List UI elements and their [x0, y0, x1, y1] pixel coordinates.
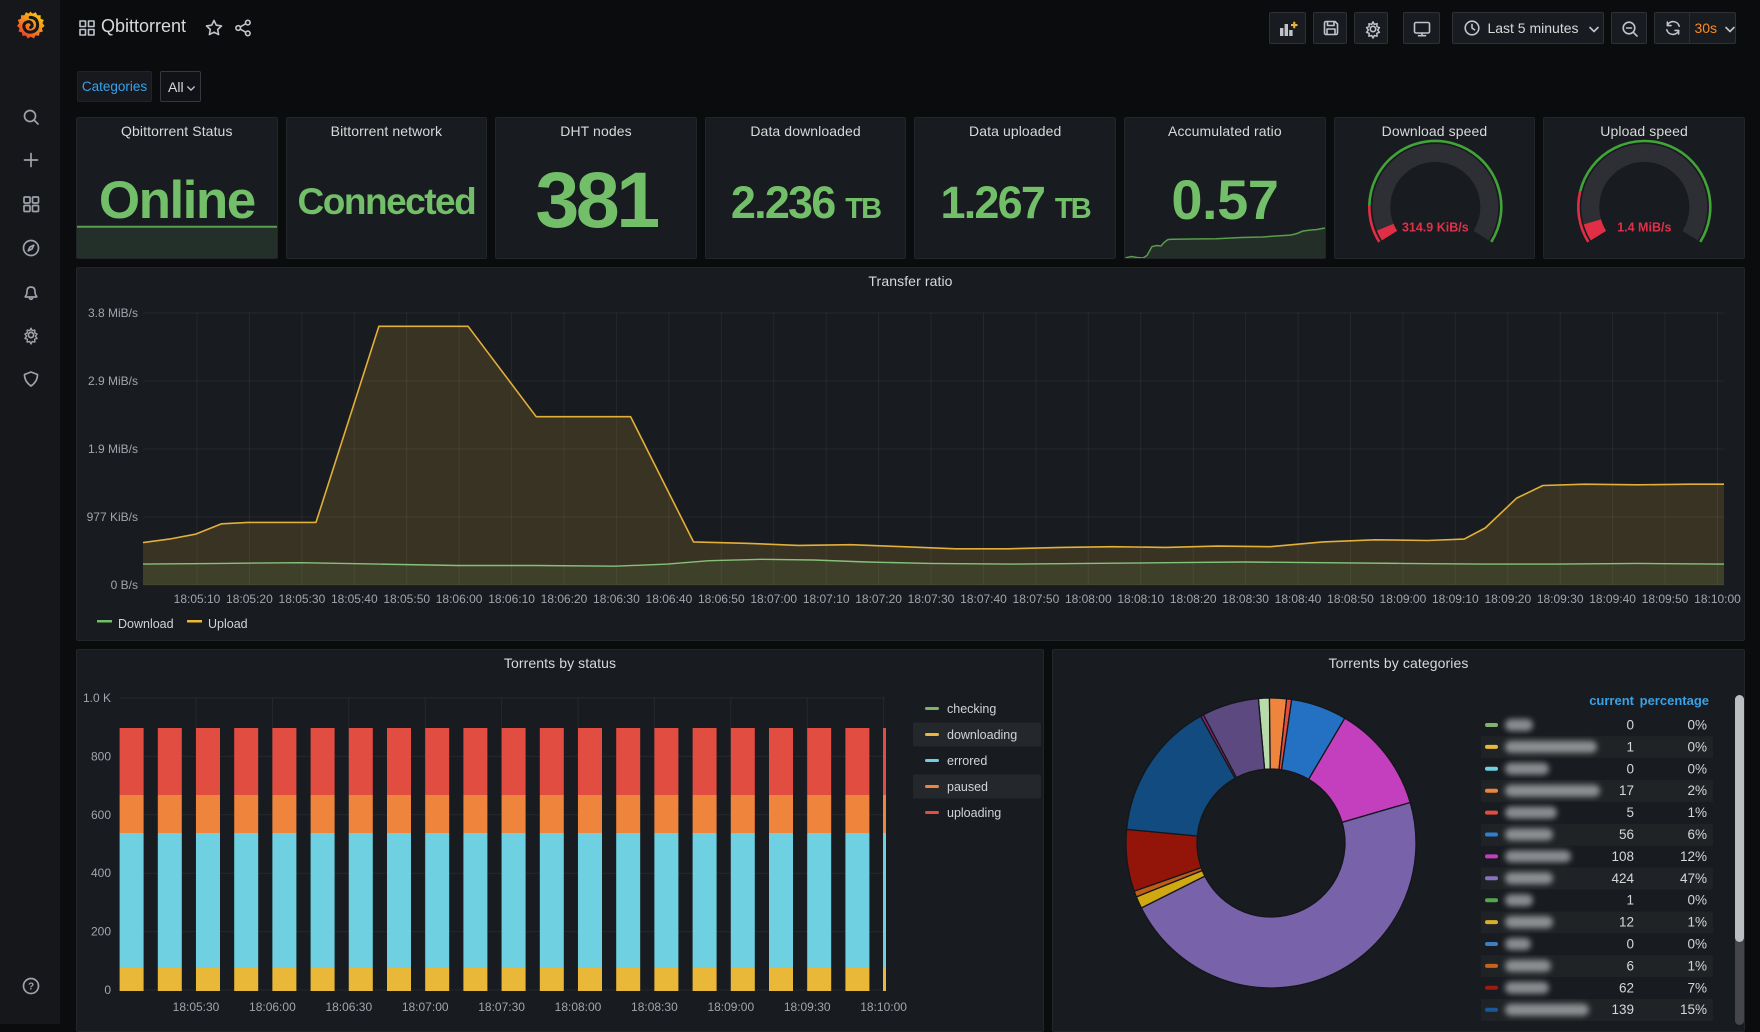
svg-text:18:08:30: 18:08:30	[631, 1000, 678, 1014]
svg-text:18:10:00: 18:10:00	[860, 1000, 907, 1014]
svg-text:18:07:40: 18:07:40	[960, 592, 1007, 606]
svg-text:18:10:00: 18:10:00	[1694, 592, 1741, 606]
svg-text:200: 200	[91, 925, 111, 939]
svg-text:600: 600	[91, 808, 111, 822]
svg-text:18:08:30: 18:08:30	[1222, 592, 1269, 606]
svg-text:Upload: Upload	[208, 617, 248, 631]
svg-text:18:06:00: 18:06:00	[249, 1000, 296, 1014]
svg-text:3.8 MiB/s: 3.8 MiB/s	[88, 306, 138, 320]
svg-text:18:09:10: 18:09:10	[1432, 592, 1479, 606]
svg-text:18:05:10: 18:05:10	[174, 592, 221, 606]
svg-text:5: 5	[1626, 805, 1634, 820]
svg-text:18:07:00: 18:07:00	[402, 1000, 449, 1014]
svg-text:checking: checking	[947, 702, 996, 716]
svg-text:12: 12	[1619, 915, 1634, 930]
svg-text:0: 0	[1626, 937, 1634, 952]
svg-text:18:07:30: 18:07:30	[908, 592, 955, 606]
svg-text:Download: Download	[118, 617, 174, 631]
svg-text:977 KiB/s: 977 KiB/s	[87, 510, 138, 524]
svg-text:56: 56	[1619, 827, 1634, 842]
svg-text:6%: 6%	[1687, 827, 1707, 842]
svg-text:0%: 0%	[1687, 893, 1707, 908]
svg-text:18:06:50: 18:06:50	[698, 592, 745, 606]
svg-text:0%: 0%	[1687, 739, 1707, 754]
svg-text:18:08:00: 18:08:00	[1065, 592, 1112, 606]
svg-text:0: 0	[104, 983, 111, 997]
svg-text:47%: 47%	[1680, 871, 1707, 886]
svg-text:2.9 MiB/s: 2.9 MiB/s	[88, 374, 138, 388]
svg-text:62: 62	[1619, 980, 1634, 995]
svg-text:1: 1	[1626, 739, 1634, 754]
svg-text:18:09:50: 18:09:50	[1642, 592, 1689, 606]
svg-text:paused: paused	[947, 780, 988, 794]
svg-text:15%: 15%	[1680, 1002, 1707, 1017]
svg-text:18:06:40: 18:06:40	[646, 592, 693, 606]
svg-text:424: 424	[1611, 871, 1634, 886]
svg-text:18:05:50: 18:05:50	[383, 592, 430, 606]
svg-text:0%: 0%	[1687, 718, 1707, 733]
svg-text:uploading: uploading	[947, 806, 1001, 820]
svg-text:0%: 0%	[1687, 761, 1707, 776]
svg-text:314.9 KiB/s: 314.9 KiB/s	[1402, 221, 1469, 235]
svg-text:0 B/s: 0 B/s	[111, 578, 138, 592]
svg-text:1%: 1%	[1687, 805, 1707, 820]
svg-text:108: 108	[1611, 849, 1634, 864]
svg-text:18:06:20: 18:06:20	[541, 592, 588, 606]
svg-text:current: current	[1589, 693, 1634, 708]
svg-text:18:07:00: 18:07:00	[750, 592, 797, 606]
svg-text:18:07:50: 18:07:50	[1013, 592, 1060, 606]
svg-text:18:09:40: 18:09:40	[1589, 592, 1636, 606]
svg-text:1: 1	[1626, 893, 1634, 908]
svg-text:18:09:30: 18:09:30	[1537, 592, 1584, 606]
svg-text:1%: 1%	[1687, 958, 1707, 973]
svg-text:18:05:20: 18:05:20	[226, 592, 273, 606]
svg-text:12%: 12%	[1680, 849, 1707, 864]
svg-text:downloading: downloading	[947, 728, 1017, 742]
svg-text:2%: 2%	[1687, 783, 1707, 798]
svg-text:18:06:30: 18:06:30	[593, 592, 640, 606]
svg-text:1.4 MiB/s: 1.4 MiB/s	[1618, 221, 1672, 235]
svg-text:percentage: percentage	[1640, 693, 1709, 708]
svg-text:18:05:30: 18:05:30	[173, 1000, 220, 1014]
svg-text:18:08:40: 18:08:40	[1275, 592, 1322, 606]
svg-text:18:08:00: 18:08:00	[555, 1000, 602, 1014]
svg-text:18:07:30: 18:07:30	[478, 1000, 525, 1014]
svg-text:18:08:20: 18:08:20	[1170, 592, 1217, 606]
svg-text:18:07:10: 18:07:10	[803, 592, 850, 606]
svg-text:400: 400	[91, 866, 111, 880]
svg-text:6: 6	[1626, 958, 1634, 973]
svg-text:1%: 1%	[1687, 915, 1707, 930]
svg-text:errored: errored	[947, 754, 987, 768]
svg-text:18:07:20: 18:07:20	[855, 592, 902, 606]
svg-text:18:08:50: 18:08:50	[1327, 592, 1374, 606]
svg-text:18:09:30: 18:09:30	[784, 1000, 831, 1014]
svg-text:17: 17	[1619, 783, 1634, 798]
svg-text:1.0 K: 1.0 K	[83, 691, 111, 705]
svg-text:18:09:20: 18:09:20	[1484, 592, 1531, 606]
svg-text:?: ?	[28, 982, 34, 993]
svg-text:800: 800	[91, 749, 111, 763]
svg-text:1.9 MiB/s: 1.9 MiB/s	[88, 442, 138, 456]
svg-text:18:09:00: 18:09:00	[1380, 592, 1427, 606]
svg-text:0: 0	[1626, 718, 1634, 733]
svg-text:18:06:00: 18:06:00	[436, 592, 483, 606]
svg-text:18:06:30: 18:06:30	[325, 1000, 372, 1014]
svg-text:7%: 7%	[1687, 980, 1707, 995]
svg-text:0: 0	[1626, 761, 1634, 776]
svg-text:18:05:40: 18:05:40	[331, 592, 378, 606]
svg-text:139: 139	[1611, 1002, 1634, 1017]
svg-text:0%: 0%	[1687, 937, 1707, 952]
svg-text:18:08:10: 18:08:10	[1117, 592, 1164, 606]
svg-text:18:05:30: 18:05:30	[279, 592, 326, 606]
svg-text:18:09:00: 18:09:00	[707, 1000, 754, 1014]
svg-text:18:06:10: 18:06:10	[488, 592, 535, 606]
